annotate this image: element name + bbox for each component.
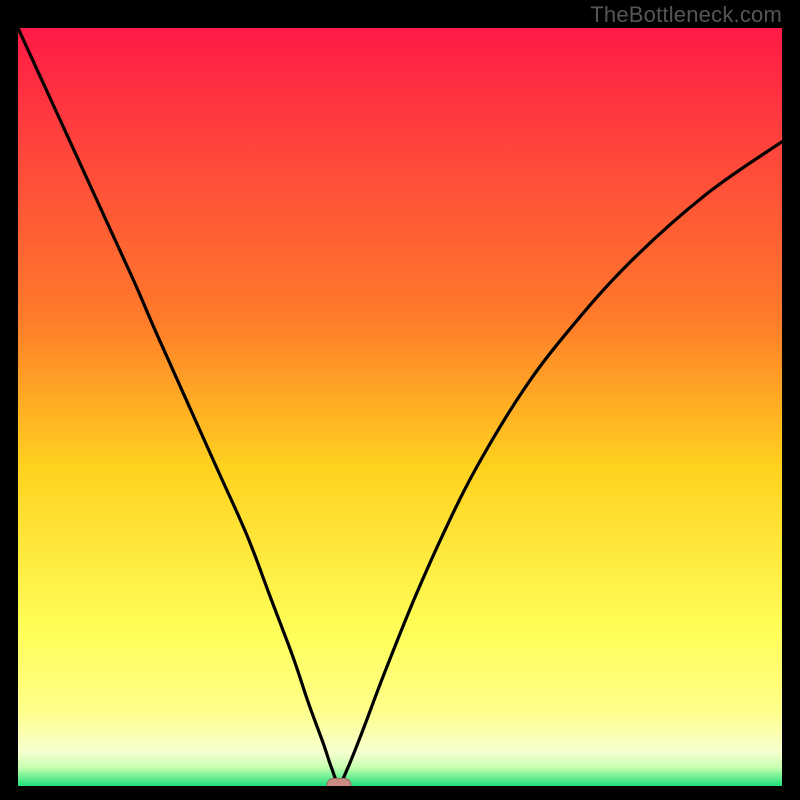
chart-container: TheBottleneck.com [0,0,800,800]
watermark-label: TheBottleneck.com [590,2,782,28]
bottleneck-plot [18,28,782,786]
chart-svg [18,28,782,786]
